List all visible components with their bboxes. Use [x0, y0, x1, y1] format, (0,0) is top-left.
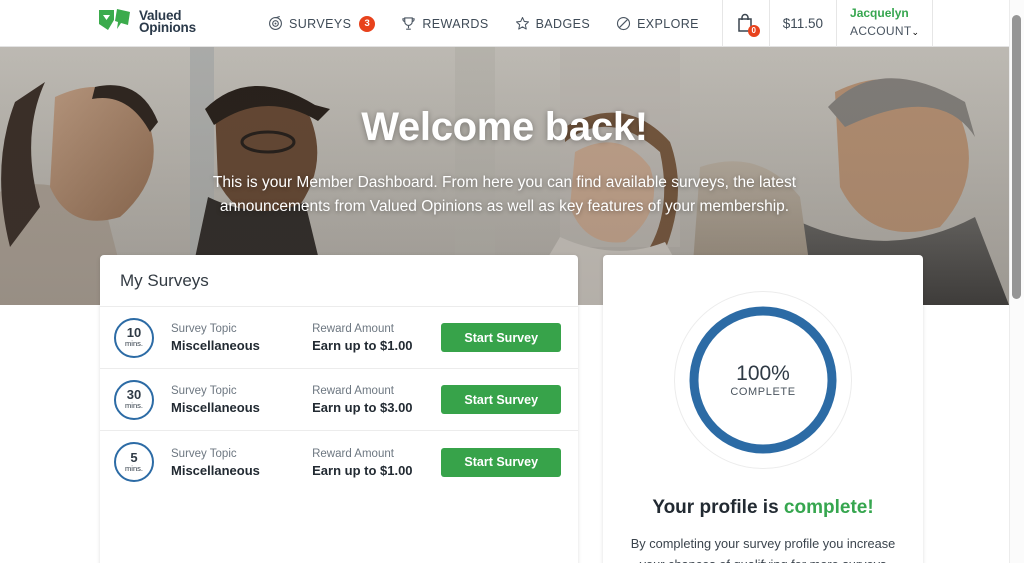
site-header: Valued Opinions SURVEYS 3 REWARDS BADGES… [0, 0, 1009, 47]
cart-count-badge: 0 [747, 24, 760, 37]
survey-topic-column: Survey Topic Miscellaneous [171, 321, 312, 354]
my-surveys-card: My Surveys 10 mins. Survey Topic Miscell… [100, 255, 578, 563]
star-icon [515, 16, 530, 31]
main-navigation: SURVEYS 3 REWARDS BADGES EXPLORE [268, 0, 699, 47]
page-scrollbar[interactable] [1009, 0, 1024, 563]
valued-opinions-logo-icon [97, 7, 133, 37]
target-icon [268, 15, 283, 31]
dashboard-cards: My Surveys 10 mins. Survey Topic Miscell… [100, 255, 1009, 563]
nav-label-surveys: SURVEYS [289, 16, 352, 31]
account-menu[interactable]: Jacquelyn ACCOUNT⌄ [836, 0, 933, 47]
logo-line-2: Opinions [139, 20, 196, 35]
nav-label-badges: BADGES [535, 16, 591, 31]
profile-completion-card: 100% COMPLETE Your profile is complete! … [603, 255, 923, 563]
survey-topic-label: Survey Topic [171, 323, 237, 335]
survey-topic-column: Survey Topic Miscellaneous [171, 446, 312, 479]
survey-topic-label: Survey Topic [171, 385, 237, 397]
progress-ring-center: 100% COMPLETE [674, 291, 852, 469]
page-root: Valued Opinions SURVEYS 3 REWARDS BADGES… [0, 0, 1009, 563]
trophy-icon [401, 16, 416, 31]
balance-display[interactable]: $11.50 [768, 0, 836, 47]
account-label: ACCOUNT [850, 24, 912, 38]
account-user-name: Jacquelyn [850, 6, 909, 20]
nav-item-rewards[interactable]: REWARDS [401, 16, 488, 31]
nav-item-explore[interactable]: EXPLORE [616, 16, 699, 31]
survey-reward-value: Earn up to $1.00 [312, 338, 413, 353]
profile-description: By completing your survey profile you in… [630, 536, 896, 563]
profile-heading-prefix: Your profile is [652, 497, 784, 518]
start-survey-button[interactable]: Start Survey [441, 323, 561, 352]
survey-reward-value: Earn up to $1.00 [312, 462, 413, 478]
scrollbar-thumb[interactable] [1012, 15, 1021, 299]
survey-topic-label: Survey Topic [171, 447, 237, 460]
hero-subtitle: This is your Member Dashboard. From here… [212, 174, 797, 216]
survey-duration-badge: 30 mins. [114, 379, 154, 420]
site-logo[interactable]: Valued Opinions [97, 7, 196, 37]
start-survey-button[interactable]: Start Survey [441, 385, 561, 414]
survey-topic-value: Miscellaneous [171, 462, 260, 478]
profile-heading: Your profile is complete! [623, 497, 903, 519]
my-surveys-card-header: My Surveys [100, 255, 578, 307]
survey-duration-badge: 5 mins. [114, 442, 154, 482]
survey-duration-unit: mins. [125, 401, 143, 410]
nav-item-surveys[interactable]: SURVEYS 3 [268, 15, 376, 32]
profile-percent: 100% [736, 362, 790, 385]
start-survey-button[interactable]: Start Survey [441, 447, 561, 477]
account-block: Jacquelyn ACCOUNT⌄ [850, 6, 919, 41]
shopping-bag-icon: 0 [736, 13, 760, 37]
survey-reward-column: Reward Amount Earn up to $1.00 [312, 446, 441, 479]
hero-text-group: Welcome back! This is your Member Dashbo… [0, 105, 1009, 219]
survey-topic-column: Survey Topic Miscellaneous [171, 383, 312, 416]
survey-reward-value: Earn up to $3.00 [312, 400, 413, 415]
my-surveys-title: My Surveys [120, 271, 209, 290]
profile-card-body: 100% COMPLETE Your profile is complete! … [603, 255, 923, 563]
nav-label-explore: EXPLORE [637, 16, 699, 31]
nav-item-badges[interactable]: BADGES [515, 16, 591, 31]
profile-heading-accent: complete! [783, 497, 874, 518]
hero-title: Welcome back! [361, 105, 648, 149]
survey-reward-column: Reward Amount Earn up to $3.00 [312, 383, 441, 416]
cart-button[interactable]: 0 [721, 0, 769, 47]
table-row: 5 mins. Survey Topic Miscellaneous Rewar… [100, 431, 578, 493]
chevron-down-icon: ⌄ [911, 27, 919, 37]
balance-amount: $11.50 [782, 16, 824, 31]
survey-reward-column: Reward Amount Earn up to $1.00 [312, 321, 441, 354]
survey-duration-unit: mins. [125, 463, 143, 473]
survey-duration-badge: 10 mins. [114, 317, 154, 358]
survey-duration-minutes: 30 [126, 387, 142, 402]
profile-complete-label: COMPLETE [730, 386, 796, 398]
table-row: 10 mins. Survey Topic Miscellaneous Rewa… [100, 307, 578, 369]
survey-duration-minutes: 10 [126, 325, 142, 340]
header-right-group: 0 $11.50 Jacquelyn ACCOUNT⌄ [721, 0, 933, 47]
survey-topic-value: Miscellaneous [171, 400, 260, 415]
survey-reward-label: Reward Amount [312, 447, 394, 460]
profile-progress-ring: 100% COMPLETE [674, 291, 852, 469]
survey-duration-unit: mins. [125, 339, 143, 348]
compass-icon [616, 16, 631, 31]
logo-wordmark: Valued Opinions [139, 9, 196, 35]
surveys-count-badge: 3 [359, 15, 376, 32]
browser-viewport: Valued Opinions SURVEYS 3 REWARDS BADGES… [0, 0, 1024, 563]
survey-reward-label: Reward Amount [312, 385, 394, 397]
survey-topic-value: Miscellaneous [171, 338, 260, 353]
survey-reward-label: Reward Amount [312, 323, 394, 335]
table-row: 30 mins. Survey Topic Miscellaneous Rewa… [100, 369, 578, 431]
survey-duration-minutes: 5 [130, 449, 138, 465]
nav-label-rewards: REWARDS [422, 16, 489, 31]
